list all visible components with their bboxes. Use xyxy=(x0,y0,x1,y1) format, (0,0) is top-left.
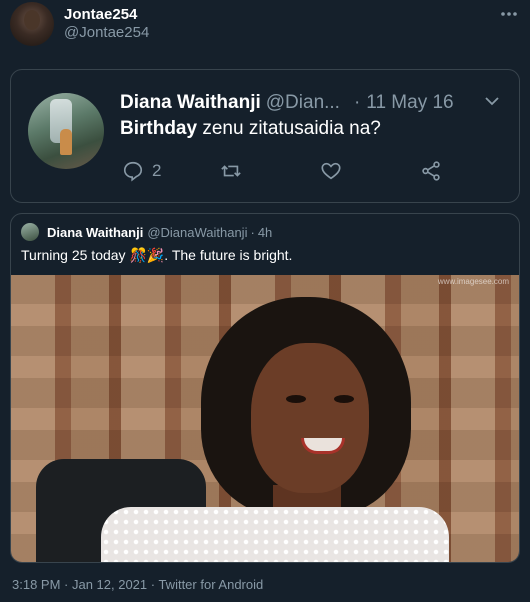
share-button[interactable] xyxy=(420,160,442,182)
embedded-handle[interactable]: @Dian... xyxy=(266,92,340,114)
like-button[interactable] xyxy=(320,160,420,182)
quoted-handle: @DianaWaithanji xyxy=(147,224,248,240)
author-handle[interactable]: @Jontae254 xyxy=(64,24,149,42)
embedded-header: Diana Waithanji @Dian... · 11 May 16 xyxy=(120,92,503,114)
eye-shape xyxy=(334,395,354,403)
retweet-icon xyxy=(221,165,241,177)
person-shape xyxy=(60,129,72,155)
quoted-tweet-card[interactable]: Diana Waithanji @DianaWaithanji · 4h Tur… xyxy=(10,213,520,563)
reply-button[interactable]: 2 xyxy=(122,160,220,182)
embedded-text-bold: Birthday xyxy=(120,118,198,139)
reply-icon xyxy=(123,161,143,182)
quoted-time: 4h xyxy=(257,224,273,240)
author-names: Jontae254 @Jontae254 xyxy=(64,6,149,42)
share-icon xyxy=(422,161,440,181)
quoted-display-name: Diana Waithanji xyxy=(47,224,144,240)
reply-count: 2 xyxy=(152,161,162,180)
separator-dot: · xyxy=(353,92,361,113)
photo-watermark: www.imagesee.com xyxy=(437,277,509,286)
more-options-icon[interactable] xyxy=(500,4,518,20)
separator-dot: · xyxy=(250,224,255,240)
embedded-date[interactable]: 11 May 16 xyxy=(366,92,453,114)
embedded-text-rest: zenu zitatusaidia na? xyxy=(197,118,381,139)
quoted-header: Diana Waithanji @DianaWaithanji · 4h xyxy=(21,223,272,241)
like-icon xyxy=(321,162,341,180)
quoted-photo[interactable]: www.imagesee.com xyxy=(11,275,519,562)
face-shape xyxy=(251,343,369,493)
embedded-avatar[interactable] xyxy=(28,93,104,169)
embedded-display-name[interactable]: Diana Waithanji xyxy=(120,92,261,114)
author-display-name[interactable]: Jontae254 xyxy=(64,6,149,24)
author-avatar[interactable] xyxy=(10,2,54,46)
tweet-timestamp[interactable]: 3:18 PM · Jan 12, 2021 · Twitter for And… xyxy=(12,577,263,592)
chevron-down-icon[interactable] xyxy=(485,96,499,106)
embedded-actions: 2 xyxy=(122,160,442,182)
embedded-tweet-card[interactable]: Diana Waithanji @Dian... · 11 May 16 Bir… xyxy=(10,69,520,203)
eye-shape xyxy=(286,395,306,403)
embedded-tweet-text: Birthday zenu zitatusaidia na? xyxy=(120,118,381,140)
retweet-button[interactable] xyxy=(220,160,320,182)
quoted-avatar[interactable] xyxy=(21,223,39,241)
quoted-tweet-text: Turning 25 today 🎊🎉. The future is brigh… xyxy=(21,247,293,263)
dress-shape xyxy=(101,507,449,562)
author-row[interactable]: Jontae254 @Jontae254 xyxy=(10,2,149,46)
